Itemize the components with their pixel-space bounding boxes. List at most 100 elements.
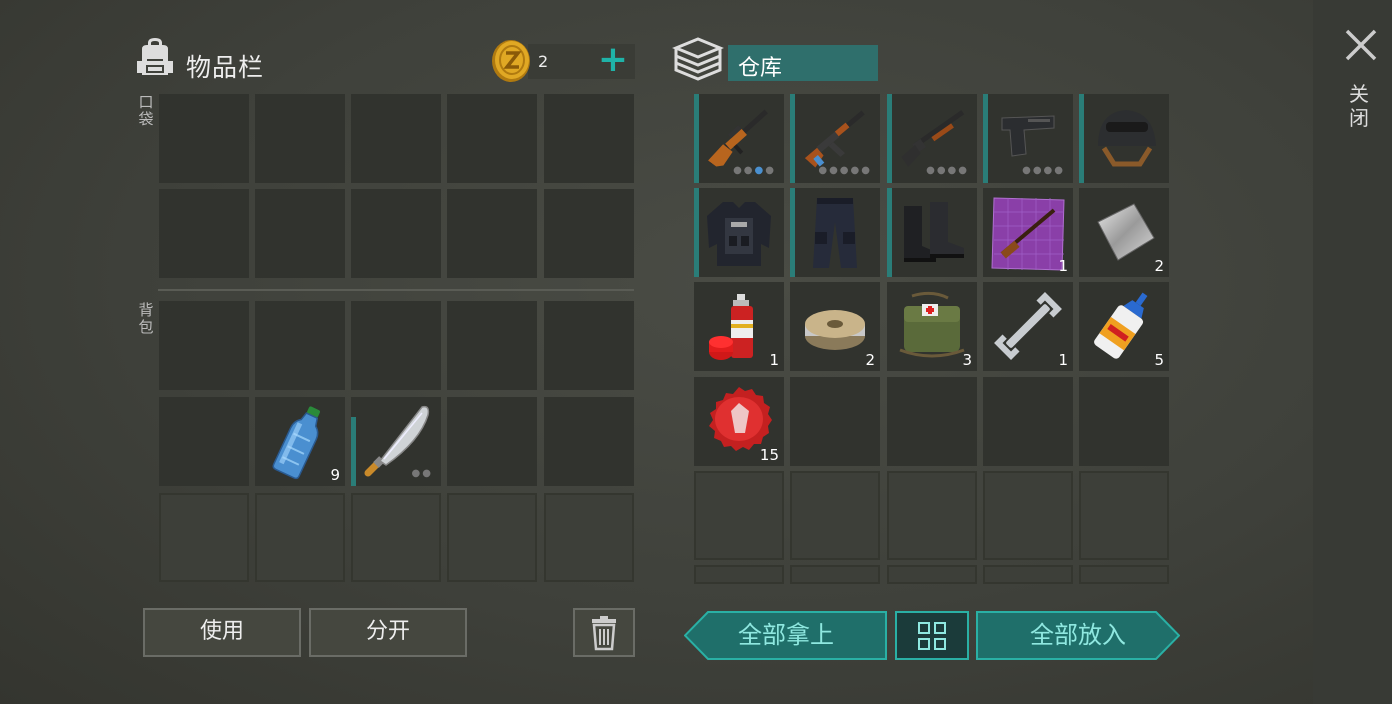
locked-slot <box>887 471 977 560</box>
close-icon[interactable] <box>1344 28 1378 62</box>
item-count: 2 <box>1154 257 1164 275</box>
pocket-slot[interactable] <box>447 94 537 183</box>
put-all-label: 全部放入 <box>1030 621 1126 649</box>
quality-dots: ●●●● <box>1022 165 1065 176</box>
storage-slot-first-aid-bag[interactable]: 3 <box>887 282 977 371</box>
item-count: 1 <box>769 351 779 369</box>
pocket-slot[interactable] <box>544 94 634 183</box>
item-count: 1 <box>1058 257 1068 275</box>
use-button[interactable]: 使用 <box>143 608 301 657</box>
pocket-slot[interactable] <box>159 94 249 183</box>
locked-slot <box>983 471 1073 560</box>
item-count: 15 <box>759 446 779 464</box>
grid-icon <box>918 622 946 650</box>
storage-slot-pistol[interactable]: ●●●● <box>983 94 1073 183</box>
storage-box-icon <box>672 37 724 81</box>
backpack-slot[interactable] <box>447 397 537 486</box>
trash-button[interactable] <box>573 608 635 657</box>
quality-dots: ●● <box>411 468 433 479</box>
item-count: 3 <box>962 351 972 369</box>
locked-slot <box>1079 471 1169 560</box>
quality-dots: ●●●●● <box>818 165 872 176</box>
water-bottle-icon <box>272 406 320 480</box>
storage-slot-spray-paint[interactable]: 1 <box>694 282 784 371</box>
section-divider <box>158 289 634 291</box>
close-label[interactable]: 关闭 <box>1347 82 1371 130</box>
backpack-slot[interactable] <box>351 301 441 390</box>
police-vest-icon <box>707 202 771 266</box>
storage-slot-ak-rifle[interactable]: ●●●●● <box>790 94 880 183</box>
trash-icon <box>592 616 616 651</box>
storage-slot-boots[interactable] <box>887 188 977 277</box>
locked-slot <box>790 471 880 560</box>
storage-slot[interactable] <box>1079 377 1169 466</box>
pocket-label: 口袋 <box>138 93 154 128</box>
storage-slot-svd-rifle[interactable]: ●●●● <box>694 94 784 183</box>
put-all-button[interactable]: 全部放入 <box>976 611 1180 660</box>
item-count: 5 <box>1154 351 1164 369</box>
pocket-slot[interactable] <box>351 94 441 183</box>
locked-slot <box>790 565 880 584</box>
pocket-slot[interactable] <box>255 94 345 183</box>
storage-slot-wire-spool[interactable]: 2 <box>790 282 880 371</box>
backpack-slot[interactable] <box>544 301 634 390</box>
storage-slot-police-vest[interactable] <box>694 188 784 277</box>
helmet-icon <box>1098 110 1156 167</box>
pocket-slot[interactable] <box>351 189 441 278</box>
storage-slot[interactable] <box>983 377 1073 466</box>
locked-slot <box>694 471 784 560</box>
storage-slot-wrench[interactable]: 1 <box>983 282 1073 371</box>
backpack-slot[interactable] <box>159 301 249 390</box>
item-count: 1 <box>1058 351 1068 369</box>
item-count: 9 <box>330 466 340 484</box>
quality-dots: ●●●● <box>733 165 776 176</box>
storage-slot-metal-sheet[interactable]: 2 <box>1079 188 1169 277</box>
boots-icon <box>904 202 964 262</box>
locked-slot <box>887 565 977 584</box>
spray-paint-icon <box>709 294 753 360</box>
backpack-label: 背包 <box>138 301 154 336</box>
pocket-slot[interactable] <box>544 189 634 278</box>
backpack-slot-water-bottle[interactable]: 9 <box>255 397 345 486</box>
pocket-slot[interactable] <box>159 189 249 278</box>
storage-slot-blueprint[interactable]: 1 <box>983 188 1073 277</box>
locked-slot <box>983 565 1073 584</box>
locked-slot <box>447 493 537 582</box>
storage-slot[interactable] <box>790 377 880 466</box>
locked-slot <box>694 565 784 584</box>
first-aid-bag-icon <box>899 291 965 358</box>
coin-icon <box>492 40 530 82</box>
take-all-label: 全部拿上 <box>738 621 834 649</box>
locked-slot <box>351 493 441 582</box>
storage-slot-bottle-cap[interactable]: 15 <box>694 377 784 466</box>
storage-slot-glue[interactable]: 5 <box>1079 282 1169 371</box>
locked-slot <box>159 493 249 582</box>
wire-spool-icon <box>805 310 865 350</box>
locked-slot <box>1079 565 1169 584</box>
backpack-slot[interactable] <box>544 397 634 486</box>
metal-sheet-icon <box>1097 203 1155 261</box>
police-pants-icon <box>813 198 857 268</box>
storage-slot-helmet[interactable] <box>1079 94 1169 183</box>
backpack-icon <box>137 38 173 75</box>
inventory-title: 物品栏 <box>186 53 265 82</box>
storage-slot-shotgun[interactable]: ●●●● <box>887 94 977 183</box>
take-all-button[interactable]: 全部拿上 <box>684 611 888 660</box>
backpack-slot[interactable] <box>447 301 537 390</box>
storage-slot[interactable] <box>887 377 977 466</box>
backpack-slot[interactable] <box>255 301 345 390</box>
backpack-slot-machete[interactable]: ●● <box>351 397 441 486</box>
storage-title: 仓库 <box>738 56 783 81</box>
pocket-slot[interactable] <box>255 189 345 278</box>
quality-dots: ●●●● <box>926 165 969 176</box>
split-button[interactable]: 分开 <box>309 608 467 657</box>
sort-grid-button[interactable] <box>895 611 969 660</box>
coin-count: 2 <box>538 52 549 71</box>
blueprint-icon <box>991 197 1065 271</box>
locked-slot <box>255 493 345 582</box>
backpack-slot[interactable] <box>159 397 249 486</box>
pocket-slot[interactable] <box>447 189 537 278</box>
storage-slot-police-pants[interactable] <box>790 188 880 277</box>
glue-icon <box>1094 292 1148 359</box>
add-coins-button[interactable]: + <box>597 42 629 78</box>
